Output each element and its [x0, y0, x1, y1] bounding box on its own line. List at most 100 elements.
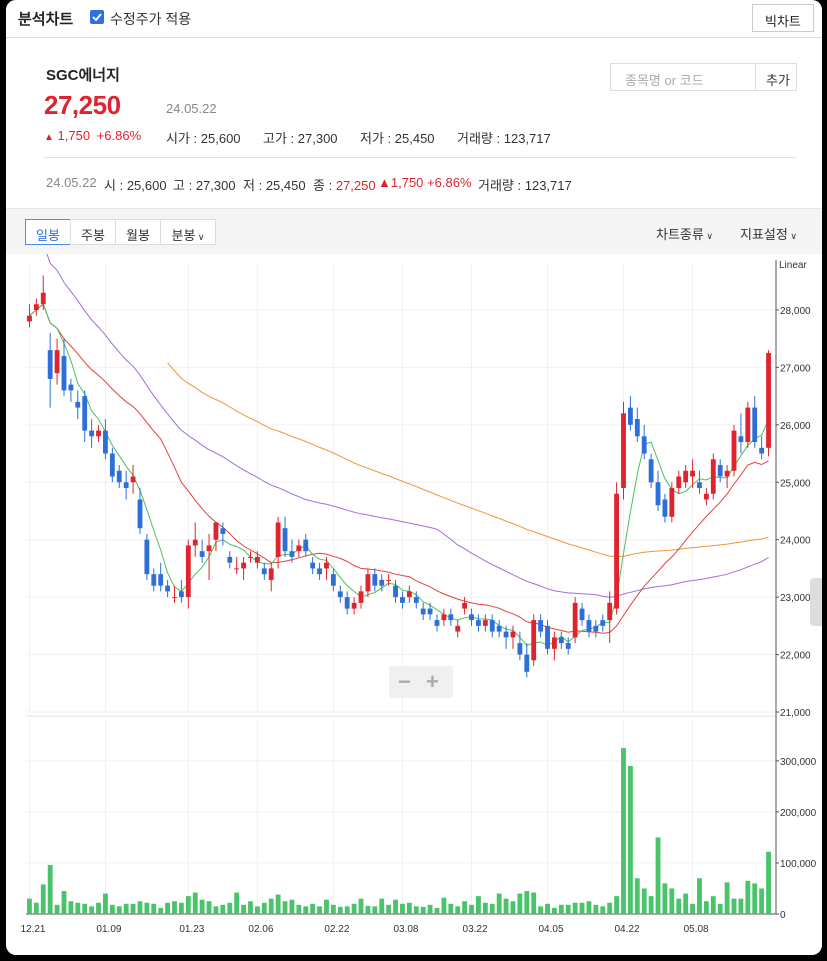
current-price: 27,250 [44, 90, 121, 120]
candle-body [144, 539, 150, 575]
volume-bar [303, 906, 309, 914]
date-tick-label: 01.23 [179, 924, 204, 935]
price-tick-label: 23,000 [780, 593, 811, 604]
adjusted-price-label[interactable]: 수정주가 적용 [110, 9, 191, 29]
volume-bar [703, 901, 709, 914]
candle-body [192, 539, 198, 546]
summary-volume: 거래량 : 123,717 [478, 178, 572, 193]
candle-body [137, 499, 143, 529]
candle-body [503, 631, 509, 638]
volume-stat: 거래량 : 123,717 [457, 131, 551, 146]
volume-bar [123, 903, 129, 914]
candle-body [545, 625, 550, 649]
zoom-in-button[interactable]: + [426, 669, 439, 695]
stock-chart[interactable]: Linear 28,000 27,000 26,000 25,000 24,000 23,0… [6, 254, 822, 955]
open-label: 시가 [166, 131, 190, 146]
tab-daily[interactable]: 일봉 [25, 219, 71, 245]
candle-body [33, 304, 39, 310]
candle-body [330, 574, 336, 586]
add-button[interactable]: 추가 [755, 63, 797, 91]
volume-bar [593, 904, 599, 914]
date-tick-label: 02.06 [248, 924, 273, 935]
volume-bar [724, 882, 730, 914]
low-stat: 저가 : 25,450 [360, 131, 435, 146]
volume-bar [710, 896, 716, 914]
candle-body [558, 637, 564, 644]
volume-bar [551, 907, 557, 914]
candle-body [676, 476, 682, 488]
candle-body [448, 614, 454, 621]
volume-bar [393, 899, 398, 914]
candle-body [324, 562, 329, 569]
scroll-handle[interactable] [810, 578, 822, 626]
candle-body [745, 407, 751, 443]
summary-volume-value: 123,717 [524, 178, 572, 193]
candle-body [96, 430, 101, 437]
candle-body [406, 591, 412, 598]
tab-minute[interactable]: 분봉 ∨ [160, 219, 216, 245]
zoom-controls: − + [389, 666, 453, 698]
candle-body [296, 545, 302, 552]
candle-body [655, 482, 661, 506]
indicator-settings-menu[interactable]: 지표설정 ∨ [740, 224, 797, 243]
chart-type-label: 차트종류 [656, 227, 704, 242]
volume-bar [144, 902, 150, 914]
volume-bar [344, 906, 350, 914]
big-chart-button[interactable]: 빅차트 [752, 4, 814, 32]
candle-body [434, 620, 440, 626]
volume-bar [213, 906, 219, 914]
volume-bar [324, 899, 329, 914]
screen-frame: 분석차트 수정주가 적용 빅차트 SGC에너지 27,250 24.05.22 … [0, 0, 827, 961]
adjusted-price-checkbox[interactable] [90, 10, 104, 24]
candle-body [400, 597, 405, 603]
candle-body [496, 625, 502, 632]
volume-bar [545, 903, 550, 914]
volume-bar [565, 904, 571, 914]
candle-body [683, 470, 689, 483]
volume-bar [607, 902, 613, 914]
high-value: 27,300 [297, 131, 338, 146]
high-stat: 고가 : 27,300 [263, 131, 338, 146]
candle-body [517, 643, 523, 655]
volume-bar [427, 904, 433, 914]
candle-body [427, 608, 433, 615]
date-tick-label: 04.05 [539, 924, 564, 935]
volume-bar [441, 897, 447, 914]
volume-bar [75, 902, 81, 914]
candle-body [241, 562, 247, 569]
volume-bar [745, 880, 751, 914]
candle-body [510, 631, 516, 638]
volume-bar [496, 893, 502, 914]
candle-body [393, 585, 398, 598]
chart-type-menu[interactable]: 차트종류 ∨ [656, 224, 713, 243]
up-triangle-icon: ▲ [378, 175, 391, 190]
candle-body [275, 522, 281, 557]
tab-monthly[interactable]: 월봉 [115, 219, 161, 245]
low-value: 25,450 [394, 131, 435, 146]
candle-body [710, 459, 716, 494]
candle-body [572, 602, 578, 638]
candle-body [116, 470, 122, 483]
volume-bar [517, 893, 523, 914]
candle-body [634, 419, 640, 437]
volume-bar [420, 906, 426, 914]
candle-body [282, 528, 288, 552]
volume-bar [558, 904, 564, 914]
volume-bar [109, 904, 115, 914]
volume-bar [621, 748, 626, 914]
volume-bar [400, 903, 405, 914]
candle-body [482, 620, 488, 626]
volume-bar [614, 896, 620, 914]
candle-body [82, 396, 88, 431]
volume-bar [482, 902, 488, 914]
volume-bar [151, 903, 157, 914]
zoom-out-button[interactable]: − [398, 669, 411, 695]
tab-weekly[interactable]: 주봉 [70, 219, 116, 245]
candle-body [268, 568, 274, 580]
candle-body [158, 574, 164, 586]
candle-body [54, 350, 60, 374]
candle-body [441, 614, 447, 621]
summary-date: 24.05.22 [46, 175, 97, 190]
stock-search-input[interactable]: 종목명 or 코드 [610, 63, 756, 91]
volume-bar [572, 902, 578, 914]
